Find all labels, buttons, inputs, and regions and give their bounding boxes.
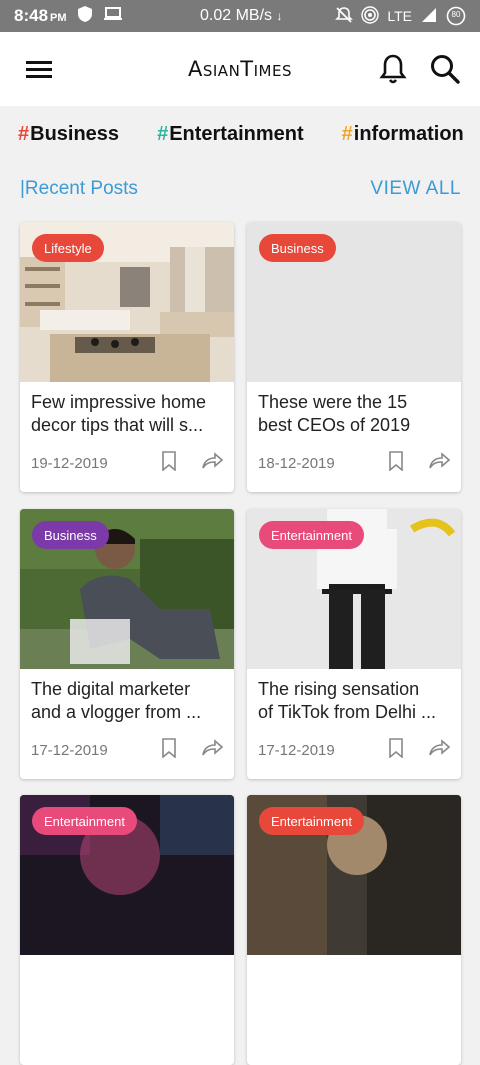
post-date: 17-12-2019 (31, 741, 108, 759)
notification-bell-icon[interactable] (376, 52, 410, 86)
hashtag-information[interactable]: #information (342, 123, 464, 146)
app-bar: AsianTimes (0, 32, 480, 106)
hotspot-icon (361, 5, 380, 27)
shield-icon (77, 5, 93, 28)
post-card[interactable]: Business These were the 15 best CEOs of … (247, 222, 461, 492)
share-icon[interactable] (428, 739, 451, 761)
share-icon[interactable] (201, 452, 224, 474)
bookmark-icon[interactable] (161, 738, 177, 762)
post-image-placeholder: Business (247, 222, 461, 382)
battery-icon: 80 (446, 6, 466, 26)
search-icon[interactable] (428, 52, 462, 86)
post-title: These were the 15 best CEOs of 2019 (258, 392, 411, 435)
post-card[interactable]: Entertainment (20, 795, 234, 1065)
network-speed: 0.02 MB/s (200, 7, 273, 24)
post-image-man-sitting: Business (20, 509, 234, 669)
laptop-icon (103, 6, 123, 27)
section-header: |Recent Posts VIEW ALL (0, 172, 480, 206)
post-title: The digital marketer and a vlogger from … (31, 679, 202, 722)
bookmark-icon[interactable] (388, 738, 404, 762)
status-bar: 8:48 PM 0.02 MB/s ↓ LTE 80 (0, 0, 480, 32)
post-date: 19-12-2019 (31, 454, 108, 472)
mute-icon (335, 6, 354, 27)
post-card[interactable]: Business The digital marketer and a vlog… (20, 509, 234, 779)
hashtag-business[interactable]: #Business (18, 123, 119, 146)
post-card[interactable]: Entertainment (247, 795, 461, 1065)
section-title: |Recent Posts (20, 178, 138, 199)
category-badge: Entertainment (32, 807, 137, 835)
category-badge: Entertainment (259, 521, 364, 549)
category-badge: Business (32, 521, 109, 549)
post-card[interactable]: Lifestyle Few impressive home decor tips… (20, 222, 234, 492)
post-title: Few impressive home decor tips that will… (31, 392, 207, 435)
post-card[interactable]: Entertainment The rising sensation of Ti… (247, 509, 461, 779)
category-badge: Lifestyle (32, 234, 104, 262)
post-image-neon-scene: Entertainment (20, 795, 234, 955)
status-time: 8:48 PM (14, 6, 67, 25)
post-image-living-room: Lifestyle (20, 222, 234, 382)
post-date: 17-12-2019 (258, 741, 335, 759)
network-label: LTE (387, 8, 412, 24)
post-image-portrait: Entertainment (247, 795, 461, 955)
post-title: The rising sensation of TikTok from Delh… (258, 679, 437, 722)
hashtag-bar: #Business #Entertainment #information (0, 108, 480, 160)
share-icon[interactable] (428, 452, 451, 474)
share-icon[interactable] (201, 739, 224, 761)
bookmark-icon[interactable] (388, 451, 404, 475)
post-date: 18-12-2019 (258, 454, 335, 472)
category-badge: Business (259, 234, 336, 262)
download-arrow-icon: ↓ (276, 9, 283, 23)
view-all-link[interactable]: VIEW ALL (370, 178, 461, 200)
category-badge: Entertainment (259, 807, 364, 835)
brand-logo: AsianTimes (188, 57, 292, 81)
menu-icon[interactable] (22, 52, 56, 86)
signal-icon (420, 7, 438, 26)
post-image-man-standing: Entertainment (247, 509, 461, 669)
hashtag-entertainment[interactable]: #Entertainment (157, 123, 304, 146)
bookmark-icon[interactable] (161, 451, 177, 475)
